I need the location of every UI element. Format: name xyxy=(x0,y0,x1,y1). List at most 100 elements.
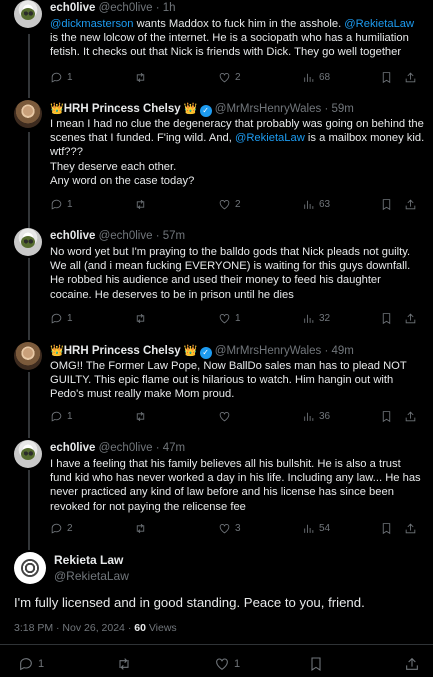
like-button[interactable]: 1 xyxy=(218,312,241,325)
avatar[interactable] xyxy=(14,440,42,468)
timestamp-text[interactable]: 3:18 PM · Nov 26, 2024 · xyxy=(14,622,134,634)
share-button[interactable] xyxy=(404,522,417,535)
views-chart-icon xyxy=(302,71,315,84)
views-button[interactable]: 63 xyxy=(302,198,330,211)
main-tweet-header: Rekieta Law @RekietaLaw xyxy=(54,553,129,583)
author-handle[interactable]: @ech0live xyxy=(99,230,153,242)
retweet-button[interactable] xyxy=(134,522,151,535)
like-count: 1 xyxy=(234,658,241,670)
bookmark-button[interactable] xyxy=(380,522,393,535)
view-count: 32 xyxy=(319,313,331,324)
reply-icon xyxy=(50,410,63,423)
author-name[interactable]: HRH Princess Chelsy xyxy=(64,345,181,357)
bookmark-icon xyxy=(380,71,393,84)
share-icon xyxy=(404,656,420,672)
retweet-button[interactable] xyxy=(134,71,151,84)
reply-button[interactable]: 1 xyxy=(18,656,44,672)
author-name[interactable]: HRH Princess Chelsy xyxy=(64,103,181,115)
crown-icon: 👑 xyxy=(183,345,198,357)
mention-link[interactable]: @dickmasterson xyxy=(50,18,133,30)
bookmark-button[interactable] xyxy=(380,312,393,325)
mention-link[interactable]: @RekietaLaw xyxy=(235,132,305,144)
views-button[interactable]: 68 xyxy=(302,71,330,84)
like-button[interactable]: 2 xyxy=(218,71,241,84)
tweet-time[interactable]: 57m xyxy=(163,230,185,242)
share-icon xyxy=(404,410,417,423)
share-button[interactable] xyxy=(404,71,417,84)
share-icon xyxy=(404,198,417,211)
reply-button[interactable]: 1 xyxy=(50,312,73,325)
retweet-icon xyxy=(134,71,147,84)
retweet-button[interactable] xyxy=(134,198,151,211)
author-handle[interactable]: @ech0live xyxy=(99,442,153,454)
like-button[interactable] xyxy=(218,410,235,423)
tweet-time[interactable]: 49m xyxy=(331,345,353,357)
reply-button[interactable]: 1 xyxy=(50,71,73,84)
reply-button[interactable]: 1 xyxy=(50,410,73,423)
retweet-button[interactable] xyxy=(134,312,151,325)
like-button[interactable]: 3 xyxy=(218,522,241,535)
tweet-time[interactable]: 47m xyxy=(163,442,185,454)
share-button[interactable] xyxy=(404,410,417,423)
mention-link[interactable]: @RekietaLaw xyxy=(344,18,414,30)
like-button[interactable]: 2 xyxy=(218,198,241,211)
reply-icon xyxy=(50,198,63,211)
crown-icon: 👑 xyxy=(50,103,64,115)
action-bar: 1 2 68 xyxy=(50,71,423,87)
bookmark-icon xyxy=(380,410,393,423)
author-handle[interactable]: @MrMrsHenryWales xyxy=(215,345,321,357)
author-name[interactable]: ech0live xyxy=(50,230,95,242)
share-button[interactable] xyxy=(404,656,420,672)
retweet-button[interactable] xyxy=(134,410,151,423)
heart-icon xyxy=(214,656,230,672)
reply-icon xyxy=(50,71,63,84)
tweet-time[interactable]: 1h xyxy=(163,2,176,14)
bookmark-icon xyxy=(380,198,393,211)
tweet-timestamp: 3:18 PM · Nov 26, 2024 · 60 Views xyxy=(14,622,177,634)
reply-count: 1 xyxy=(38,658,45,670)
author-handle[interactable]: @ech0live xyxy=(99,2,153,14)
like-button[interactable]: 1 xyxy=(214,656,240,672)
share-button[interactable] xyxy=(404,198,417,211)
views-button[interactable]: 32 xyxy=(302,312,330,325)
reply-count: 1 xyxy=(67,72,73,83)
reply-button[interactable]: 1 xyxy=(50,198,73,211)
views-button[interactable]: 54 xyxy=(302,522,330,535)
bookmark-icon xyxy=(380,522,393,535)
avatar[interactable] xyxy=(14,552,46,584)
action-bar: 1 1 32 xyxy=(50,312,423,328)
verified-badge-icon: ✓ xyxy=(199,347,212,359)
retweet-icon xyxy=(134,198,147,211)
author-handle[interactable]: @RekietaLaw xyxy=(54,569,129,583)
bookmark-icon xyxy=(380,312,393,325)
verified-badge-icon: ✓ xyxy=(199,105,212,117)
tweet-time[interactable]: 59m xyxy=(331,103,353,115)
reply-icon xyxy=(50,522,63,535)
author-name[interactable]: Rekieta Law xyxy=(54,553,129,567)
views-label: Views xyxy=(145,622,177,634)
avatar[interactable] xyxy=(14,228,42,256)
author-name[interactable]: ech0live xyxy=(50,2,95,14)
heart-icon xyxy=(218,71,231,84)
share-button[interactable] xyxy=(404,312,417,325)
view-count: 36 xyxy=(319,411,331,422)
bookmark-button[interactable] xyxy=(380,71,393,84)
avatar[interactable] xyxy=(14,100,42,128)
views-button[interactable]: 36 xyxy=(302,410,330,423)
bookmark-button[interactable] xyxy=(380,410,393,423)
bookmark-button[interactable] xyxy=(380,198,393,211)
tweet-text: wants Maddox to fuck him in the asshole. xyxy=(133,18,345,30)
tweet-header: ech0live @ech0live · 1h xyxy=(50,2,176,14)
avatar[interactable] xyxy=(14,0,42,28)
tweet-text: They deserve each other. xyxy=(50,160,177,173)
reply-button[interactable]: 2 xyxy=(50,522,73,535)
author-handle[interactable]: @MrMrsHenryWales xyxy=(215,103,321,115)
like-count: 2 xyxy=(235,199,241,210)
avatar[interactable] xyxy=(14,342,42,370)
crown-icon: 👑 xyxy=(183,103,198,115)
tweet-body: @dickmasterson wants Maddox to fuck him … xyxy=(50,17,425,60)
author-name[interactable]: ech0live xyxy=(50,442,95,454)
bookmark-button[interactable] xyxy=(308,656,324,672)
retweet-button[interactable] xyxy=(116,656,136,672)
tweet-text: OMG!! The Former Law Pope, Now BallDo sa… xyxy=(50,360,407,401)
